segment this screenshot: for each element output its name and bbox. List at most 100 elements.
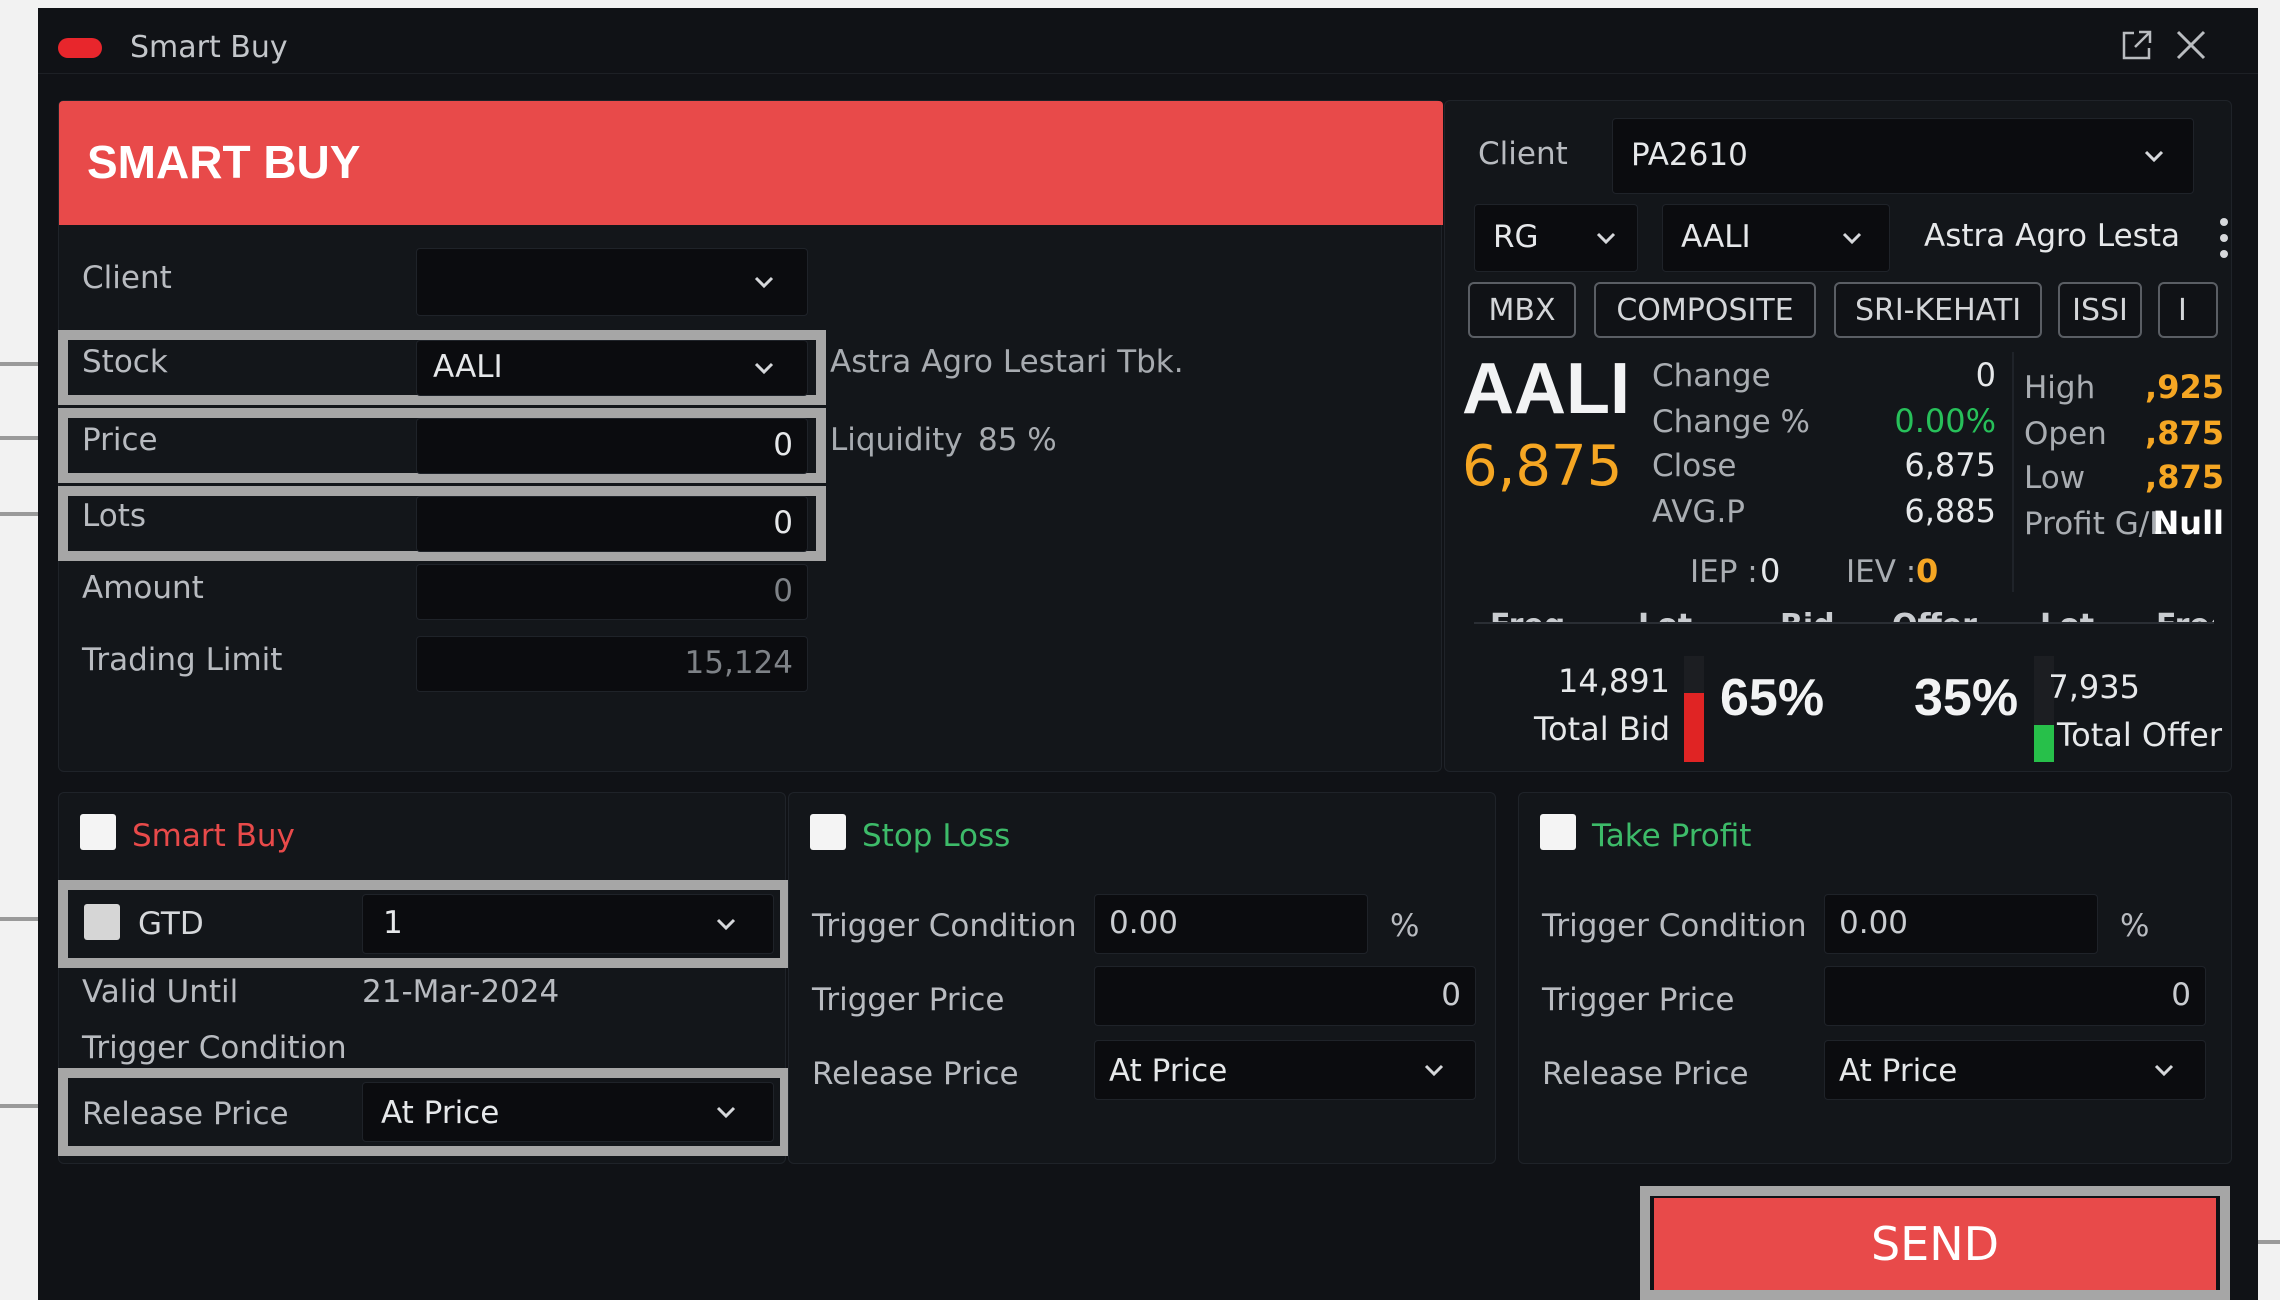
more-vertical-icon[interactable]: [2218, 214, 2230, 262]
chevron-down-icon: [2151, 1057, 2177, 1083]
quote-client-select[interactable]: PA2610: [1612, 118, 2194, 194]
profit-gl-value: Null: [2152, 504, 2225, 542]
stock-name: Astra Agro Lestari Tbk.: [830, 344, 1184, 380]
stop-loss-release-price-select[interactable]: At Price: [1094, 1040, 1476, 1100]
chevron-down-icon: [713, 911, 739, 937]
amount-value: 0: [773, 573, 793, 609]
stop-loss-trigger-condition-input[interactable]: 0.00: [1094, 894, 1368, 954]
close-value: 6,875: [1904, 446, 1996, 484]
index-chip-sri-kehati[interactable]: SRI-KEHATI: [1834, 282, 2042, 338]
order-book-header: Freq Lot Bid Offer Lot Freq: [1474, 602, 2214, 624]
price-input-value: 0: [773, 427, 793, 463]
high-label: High: [2024, 370, 2096, 406]
open-value: ,875: [2145, 414, 2224, 452]
gtd-label: GTD: [138, 906, 204, 942]
index-chip-issi[interactable]: ISSI: [2058, 282, 2142, 338]
liquidity-value: 85 %: [978, 422, 1057, 458]
stop-loss-trigger-condition-label: Trigger Condition: [812, 908, 1077, 944]
stop-loss-release-price-value: At Price: [1109, 1053, 1228, 1089]
orderbook-col-freq: Freq: [1490, 608, 1565, 622]
stock-select-value: AALI: [433, 349, 503, 385]
smart-buy-trigger-condition-label: Trigger Condition: [82, 1030, 347, 1066]
change-pct-label: Change %: [1652, 404, 1810, 440]
lots-input[interactable]: 0: [416, 496, 808, 552]
smart-buy-title: Smart Buy: [132, 818, 295, 854]
title-bar: Smart Buy: [38, 8, 2258, 74]
close-label: Close: [1652, 448, 1737, 484]
close-icon[interactable]: [2168, 22, 2214, 68]
quote-stock-name: Astra Agro Lesta: [1924, 218, 2180, 254]
take-profit-trigger-price-input[interactable]: 0: [1824, 966, 2206, 1026]
bid-percent: 65%: [1720, 669, 1825, 727]
popout-icon[interactable]: [2114, 22, 2160, 68]
chevron-down-icon: [751, 269, 777, 295]
chevron-down-icon: [713, 1099, 739, 1125]
chevron-down-icon: [1839, 225, 1865, 251]
index-chip-label: MBX: [1488, 292, 1556, 328]
window-status-indicator: [58, 38, 102, 58]
quote-stock-select[interactable]: AALI: [1662, 204, 1890, 272]
take-profit-checkbox[interactable]: [1540, 814, 1576, 850]
take-profit-trigger-price-value: 0: [2171, 977, 2191, 1013]
valid-until-value: 21-Mar-2024: [362, 974, 560, 1010]
price-input[interactable]: 0: [416, 418, 808, 474]
change-pct-value: 0.00%: [1894, 402, 1996, 440]
quote-stats-divider: [2012, 352, 2014, 592]
orderbook-col-lot: Lot: [1638, 608, 1692, 622]
orderbook-col-freq-2: Freq: [2156, 608, 2214, 622]
stop-loss-trigger-condition-value: 0.00: [1109, 905, 1179, 941]
amount-field: 0: [416, 564, 808, 620]
index-chip-partial[interactable]: I: [2158, 282, 2218, 338]
gtd-select[interactable]: 1: [362, 894, 774, 954]
stop-loss-trigger-price-input[interactable]: 0: [1094, 966, 1476, 1026]
lots-input-value: 0: [773, 505, 793, 541]
bid-bar-fill: [1684, 693, 1704, 762]
quote-client-value: PA2610: [1631, 137, 1748, 173]
low-value: ,875: [2145, 458, 2224, 496]
total-offer-value: 7,935: [2048, 668, 2140, 706]
board-select[interactable]: RG: [1474, 204, 1638, 272]
total-bid-value: 14,891: [1558, 662, 1670, 700]
stock-label: Stock: [82, 344, 168, 380]
index-chip-label: ISSI: [2072, 292, 2128, 328]
chevron-down-icon: [2141, 143, 2167, 169]
index-chip-label: COMPOSITE: [1616, 292, 1794, 328]
gtd-value: 1: [383, 905, 403, 941]
chevron-down-icon: [1593, 225, 1619, 251]
take-profit-release-price-value: At Price: [1839, 1053, 1958, 1089]
trading-limit-field: 15,124: [416, 636, 808, 692]
price-label: Price: [82, 422, 158, 458]
high-value: ,925: [2145, 368, 2224, 406]
orderbook-col-lot-2: Lot: [2040, 608, 2094, 622]
board-value: RG: [1493, 219, 1539, 255]
iev-value: 0: [1916, 552, 1939, 590]
client-select[interactable]: [416, 248, 808, 316]
quote-stock-value: AALI: [1681, 219, 1751, 255]
change-label: Change: [1652, 358, 1771, 394]
chevron-down-icon: [1421, 1057, 1447, 1083]
stock-select[interactable]: AALI: [416, 340, 808, 396]
take-profit-trigger-condition-label: Trigger Condition: [1542, 908, 1807, 944]
take-profit-release-price-select[interactable]: At Price: [1824, 1040, 2206, 1100]
window-title: Smart Buy: [130, 30, 288, 65]
smart-buy-release-price-label: Release Price: [82, 1096, 289, 1132]
smart-buy-release-price-select[interactable]: At Price: [362, 1082, 774, 1142]
stop-loss-checkbox[interactable]: [810, 814, 846, 850]
take-profit-title: Take Profit: [1592, 818, 1752, 854]
order-header: SMART BUY: [59, 101, 1443, 225]
stop-loss-percent-sign: %: [1390, 908, 1420, 944]
quote-client-label: Client: [1478, 136, 1568, 172]
send-button[interactable]: SEND: [1654, 1198, 2216, 1290]
send-button-label: SEND: [1870, 1217, 2000, 1271]
trading-limit-value: 15,124: [684, 645, 793, 681]
lots-label: Lots: [82, 498, 146, 534]
take-profit-trigger-condition-input[interactable]: 0.00: [1824, 894, 2098, 954]
orderbook-col-bid: Bid: [1780, 608, 1835, 622]
smart-buy-checkbox[interactable]: [80, 814, 116, 850]
offer-percent: 35%: [1914, 669, 2019, 727]
index-chip-mbx[interactable]: MBX: [1468, 282, 1576, 338]
index-chip-composite[interactable]: COMPOSITE: [1594, 282, 1816, 338]
gtd-checkbox[interactable]: [84, 904, 120, 940]
change-value: 0: [1975, 356, 1996, 394]
last-price: 6,875: [1462, 434, 1623, 499]
